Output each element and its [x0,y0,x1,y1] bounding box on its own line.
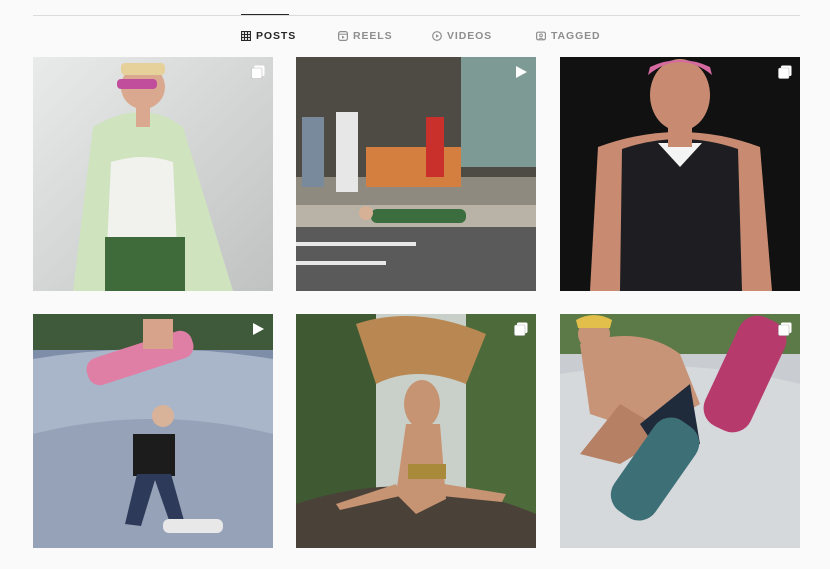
post-image-skater-pink-board [560,314,800,548]
reels-icon [338,31,348,41]
post-image-fashion-model-green-jacket [33,57,273,291]
post-image-skate-bowl-jump [33,314,273,548]
active-tab-indicator [241,14,289,15]
post-thumbnail-4[interactable] [33,314,273,548]
grid-icon [241,31,251,41]
post-image-waterfall-hair-flip [296,314,536,548]
tab-reels-label: REELS [353,30,393,42]
tab-tagged[interactable]: TAGGED [536,28,601,44]
tab-videos-label: VIDEOS [447,30,493,42]
profile-tabs-divider [33,15,800,16]
post-thumbnail-1[interactable] [33,57,273,291]
post-thumbnail-5[interactable] [296,314,536,548]
profile-tabs: POSTS REELS VIDEOS TAGGED [0,28,830,44]
post-image-street-crosswalk [296,57,536,291]
play-circle-icon [432,31,442,41]
tab-tagged-label: TAGGED [551,30,601,42]
carousel-icon [778,322,792,336]
tab-videos[interactable]: VIDEOS [432,28,492,44]
post-image-runway-black-shirt [560,57,800,291]
carousel-icon [778,65,792,79]
tag-icon [536,31,546,41]
carousel-icon [514,322,528,336]
tab-posts[interactable]: POSTS [241,28,296,44]
tab-posts-label: POSTS [256,30,297,42]
post-thumbnail-3[interactable] [560,57,800,291]
reel-play-icon [253,323,264,335]
reel-play-icon [516,66,527,78]
post-thumbnail-2[interactable] [296,57,536,291]
post-thumbnail-6[interactable] [560,314,800,548]
tab-reels[interactable]: REELS [338,28,393,44]
carousel-icon [251,65,265,79]
